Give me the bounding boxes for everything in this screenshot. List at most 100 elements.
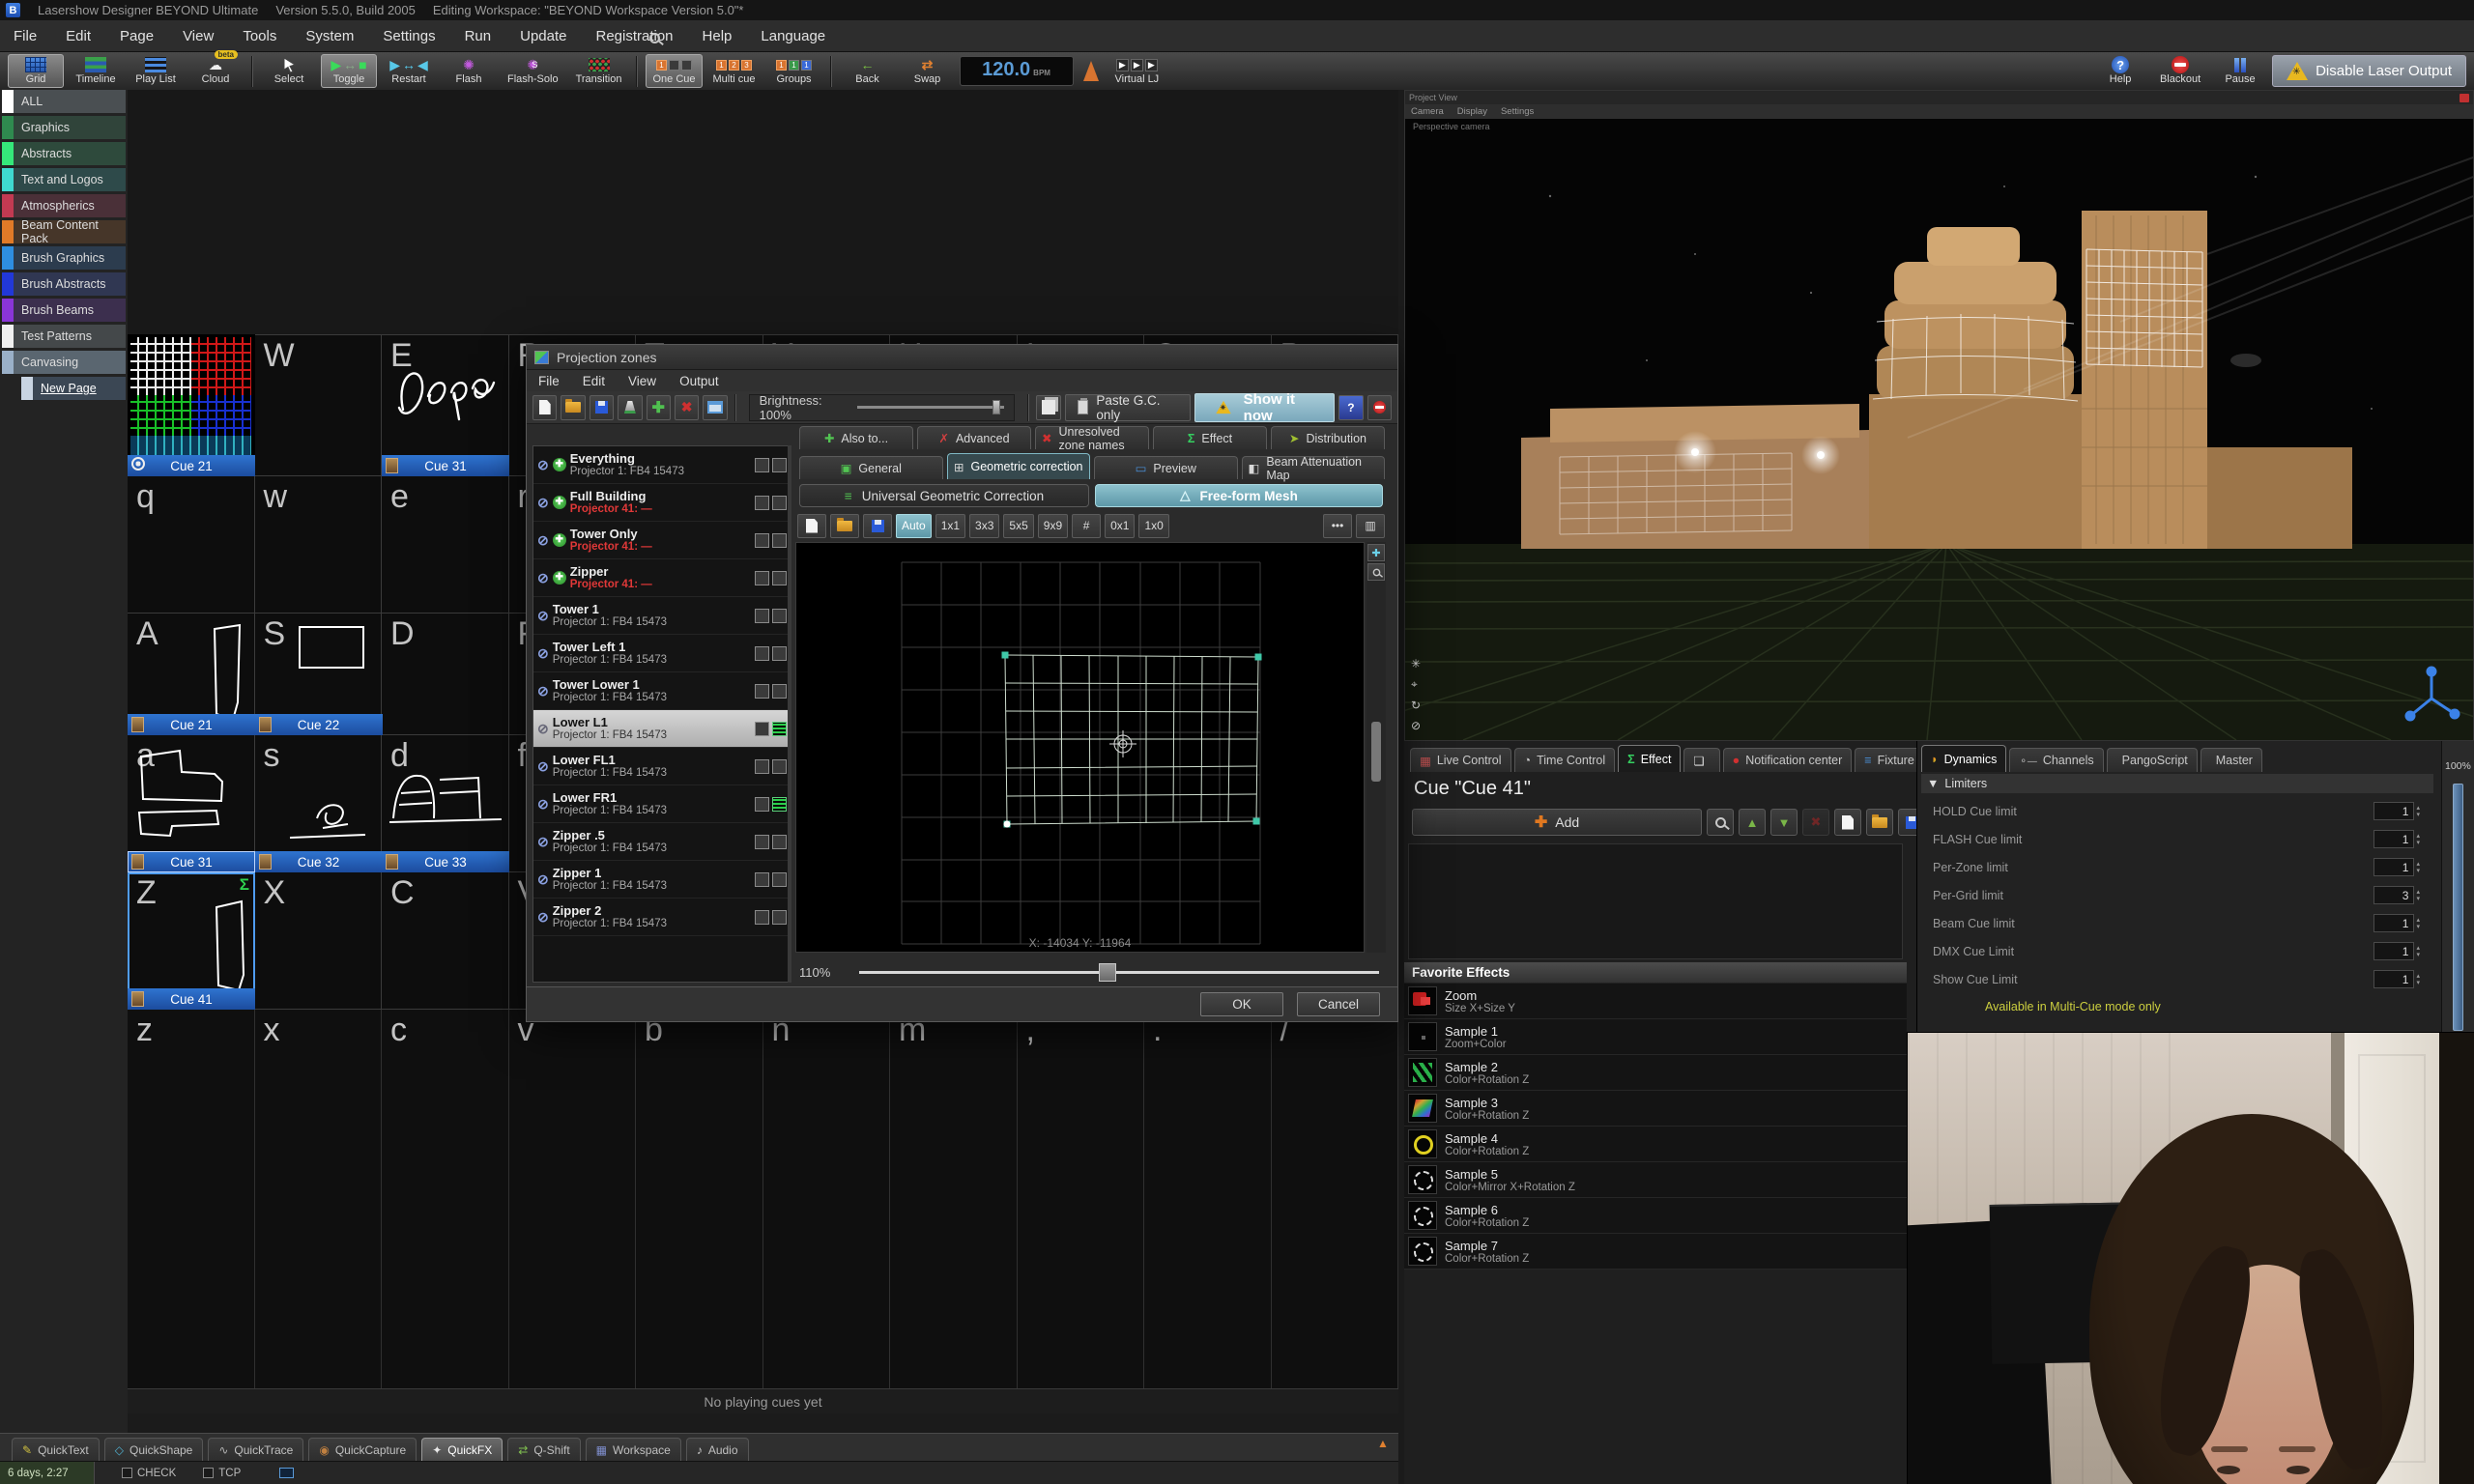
swap-button[interactable]: ⇄Swap bbox=[900, 54, 956, 88]
zone-checkbox-1[interactable] bbox=[755, 872, 769, 887]
dock-tab[interactable]: QuickCapture bbox=[308, 1438, 417, 1461]
menu-item[interactable]: Update bbox=[520, 28, 566, 44]
favorite-effect-item[interactable]: Sample 1Zoom+Color bbox=[1404, 1019, 1907, 1055]
disable-icon[interactable]: ⊘ bbox=[1411, 719, 1421, 732]
limiter-value-input[interactable]: 1 bbox=[2373, 942, 2414, 960]
select-mode-button[interactable]: Select bbox=[261, 54, 317, 88]
timeline-view-button[interactable]: Timeline bbox=[68, 54, 124, 88]
cue-cell[interactable]: , bbox=[1018, 1010, 1145, 1388]
cue-cell[interactable]: z bbox=[128, 1010, 255, 1388]
dynamics-tab[interactable]: PangoScript bbox=[2107, 748, 2198, 772]
zone-checkbox-2[interactable] bbox=[772, 872, 787, 887]
zone-checkbox-2[interactable] bbox=[772, 684, 787, 699]
zone-checkbox-1[interactable] bbox=[755, 458, 769, 472]
master-slider[interactable] bbox=[2453, 784, 2463, 1031]
dialog-help-button[interactable]: ? bbox=[1338, 395, 1363, 420]
menu-item[interactable]: System bbox=[305, 28, 354, 44]
zone-checkbox-2[interactable] bbox=[772, 835, 787, 849]
favorite-effect-item[interactable]: Sample 5Color+Mirror X+Rotation Z bbox=[1404, 1162, 1907, 1198]
zone-checkbox-2[interactable] bbox=[772, 759, 787, 774]
tcp-checkbox[interactable] bbox=[203, 1468, 214, 1478]
sidebar-page-item[interactable]: Abstracts bbox=[2, 142, 126, 165]
dock-tab[interactable]: QuickShape bbox=[104, 1438, 204, 1461]
zone-checkbox-1[interactable] bbox=[755, 684, 769, 699]
cue-e-pango[interactable]: Cue 31 bbox=[382, 334, 509, 476]
menu-item[interactable]: View bbox=[183, 28, 214, 44]
mute-zone-icon[interactable]: ⊘ bbox=[537, 871, 549, 888]
cue-cell[interactable]: c bbox=[382, 1010, 509, 1388]
sidebar-page-item[interactable]: Brush Abstracts bbox=[2, 272, 126, 296]
sidebar-page-item[interactable]: Atmospherics bbox=[2, 194, 126, 217]
rotate-icon[interactable]: ↻ bbox=[1411, 699, 1421, 712]
limiter-stepper[interactable]: ▴▾ bbox=[2416, 889, 2420, 902]
cue-cell[interactable]: v bbox=[509, 1010, 637, 1388]
control-tab[interactable]: Notification center bbox=[1723, 748, 1853, 772]
zone-checkbox-1[interactable] bbox=[755, 835, 769, 849]
mute-zone-icon[interactable]: ⊘ bbox=[537, 909, 549, 926]
check-checkbox[interactable] bbox=[122, 1468, 132, 1478]
mute-zone-icon[interactable]: ⊘ bbox=[537, 608, 549, 624]
sidebar-page-item[interactable]: New Page bbox=[21, 377, 126, 400]
mesh-more-button[interactable]: ••• bbox=[1323, 514, 1352, 538]
mute-zone-icon[interactable]: ⊘ bbox=[537, 495, 549, 511]
dialog-title-bar[interactable]: Projection zones bbox=[527, 345, 1397, 370]
zone-main-tab[interactable]: General bbox=[799, 456, 943, 479]
zone-checkbox-1[interactable] bbox=[755, 722, 769, 736]
paste-gc-button[interactable]: Paste G.C. only bbox=[1065, 394, 1191, 421]
effect-stack-list[interactable] bbox=[1408, 843, 1903, 959]
zone-main-tab[interactable]: Beam Attenuation Map bbox=[1242, 456, 1386, 479]
dock-tab[interactable]: Audio bbox=[686, 1438, 749, 1461]
favorite-effect-item[interactable]: Sample 7Color+Rotation Z bbox=[1404, 1234, 1907, 1270]
favorite-effect-item[interactable]: Sample 2Color+Rotation Z bbox=[1404, 1055, 1907, 1091]
zone-checkbox-1[interactable] bbox=[755, 910, 769, 925]
zone-checkbox-1[interactable] bbox=[755, 759, 769, 774]
cue-cell[interactable]: m bbox=[890, 1010, 1018, 1388]
mesh-density-button[interactable]: 9x9 bbox=[1038, 514, 1068, 538]
zone-option-tab[interactable]: Distribution bbox=[1271, 426, 1385, 449]
limiter-stepper[interactable]: ▴▾ bbox=[2416, 973, 2420, 986]
limiter-value-input[interactable]: 1 bbox=[2373, 802, 2414, 820]
restart-mode-button[interactable]: ▶↔◀Restart bbox=[381, 54, 437, 88]
freeform-mesh-button[interactable]: △Free-form Mesh bbox=[1095, 484, 1383, 507]
mute-zone-icon[interactable]: ⊘ bbox=[537, 758, 549, 775]
dock-expand-icon[interactable]: ▲ bbox=[1377, 1437, 1389, 1450]
dialog-menu-item[interactable]: Output bbox=[679, 374, 719, 388]
mute-zone-icon[interactable]: ⊘ bbox=[537, 570, 549, 586]
zone-checkbox-1[interactable] bbox=[755, 496, 769, 510]
mesh-number-button[interactable]: # bbox=[1072, 514, 1101, 538]
metronome-icon[interactable] bbox=[1083, 61, 1099, 81]
cue-cell[interactable]: q bbox=[128, 476, 255, 614]
menu-item[interactable]: Run bbox=[465, 28, 492, 44]
limiter-value-input[interactable]: 1 bbox=[2373, 914, 2414, 932]
dock-tab[interactable]: Workspace bbox=[586, 1438, 681, 1461]
mute-zone-icon[interactable]: ⊘ bbox=[537, 721, 549, 737]
zone-checkbox-2[interactable] bbox=[772, 910, 787, 925]
preview-menu-item[interactable]: Settings bbox=[1501, 106, 1534, 117]
favorite-effect-item[interactable]: Sample 4Color+Rotation Z bbox=[1404, 1127, 1907, 1162]
menu-item[interactable]: Edit bbox=[66, 28, 91, 44]
cue-cell[interactable]: . bbox=[1144, 1010, 1272, 1388]
bpm-display[interactable]: 120.0BPM bbox=[960, 56, 1074, 86]
zone-main-tab[interactable]: Geometric correction bbox=[947, 453, 1091, 479]
projector-button[interactable] bbox=[618, 395, 642, 420]
sidebar-page-item[interactable]: Text and Logos bbox=[2, 168, 126, 191]
mesh-save-button[interactable] bbox=[863, 514, 892, 538]
transition-button[interactable]: Transition bbox=[569, 54, 629, 88]
laser-3d-scene[interactable] bbox=[1405, 119, 2473, 740]
mesh-add-point-button[interactable]: ✚ bbox=[1367, 544, 1385, 561]
dock-tab[interactable]: QuickText bbox=[12, 1438, 100, 1461]
multi-cue-button[interactable]: 123Multi cue bbox=[706, 54, 762, 88]
zone-row[interactable]: ⊘ ✚ Tower Lower 1 Projector 1: FB4 15473 bbox=[533, 672, 791, 710]
mesh-density-button[interactable]: 1x1 bbox=[935, 514, 965, 538]
back-button[interactable]: ←Back bbox=[840, 54, 896, 88]
zoom-slider[interactable] bbox=[859, 971, 1379, 974]
favorite-effect-item[interactable]: Sample 3Color+Rotation Z bbox=[1404, 1091, 1907, 1127]
one-cue-button[interactable]: 1One Cue bbox=[646, 54, 702, 88]
universal-gc-button[interactable]: ≡Universal Geometric Correction bbox=[799, 484, 1089, 507]
zone-row[interactable]: ⊘ ✚ Lower FL1 Projector 1: FB4 15473 bbox=[533, 748, 791, 785]
mesh-scrollbar-thumb[interactable] bbox=[1371, 722, 1381, 782]
add-effect-button[interactable]: ✚Add bbox=[1412, 809, 1702, 836]
zone-row[interactable]: ⊘ ✚ Lower FR1 Projector 1: FB4 15473 bbox=[533, 785, 791, 823]
mute-zone-icon[interactable]: ⊘ bbox=[537, 457, 549, 473]
brightness-thumb[interactable] bbox=[992, 400, 1000, 414]
